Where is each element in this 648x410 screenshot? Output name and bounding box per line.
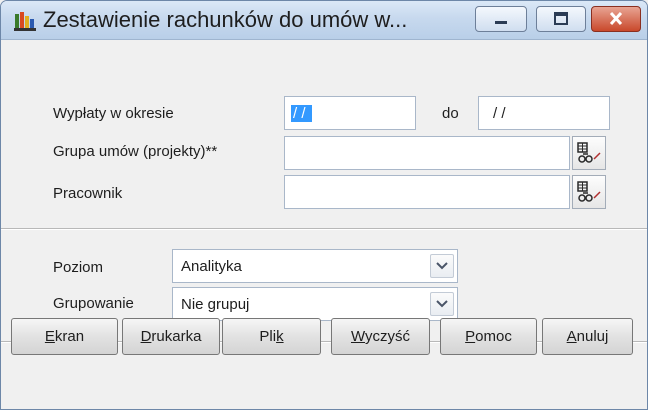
level-select[interactable]: Analityka xyxy=(172,249,458,283)
screen-button[interactable]: Ekran xyxy=(11,318,118,355)
period-to-input[interactable]: / / xyxy=(478,96,610,130)
period-from-value: / / xyxy=(291,105,312,122)
file-button-label: Pli xyxy=(259,328,277,345)
lookup-icon xyxy=(573,181,605,212)
close-button[interactable] xyxy=(591,6,641,32)
chevron-down-icon[interactable] xyxy=(430,292,454,316)
period-from-input[interactable]: / / xyxy=(284,96,416,130)
grouping-value: Nie grupuj xyxy=(181,296,250,313)
maximize-icon xyxy=(537,7,585,31)
cancel-button-hotkey: A xyxy=(566,328,577,345)
printer-button[interactable]: Drukarka xyxy=(122,318,220,355)
printer-button-label: rukarka xyxy=(151,328,202,345)
file-button[interactable]: Plik xyxy=(222,318,321,355)
period-label: Wypłaty w okresie xyxy=(53,105,174,122)
help-button[interactable]: Pomoc xyxy=(440,318,537,355)
level-label: Poziom xyxy=(53,259,104,276)
project-group-label: Grupa umów (projekty)** xyxy=(53,143,218,160)
minimize-button[interactable] xyxy=(475,6,527,32)
report-app-icon xyxy=(14,11,36,31)
cancel-button-label: nuluj xyxy=(576,328,609,345)
window-title: Zestawienie rachunków do umów w... xyxy=(43,7,408,32)
chevron-down-icon[interactable] xyxy=(430,254,454,278)
title-bar[interactable]: Zestawienie rachunków do umów w... xyxy=(1,1,647,40)
project-group-input[interactable] xyxy=(284,136,570,170)
employee-lookup-button[interactable] xyxy=(572,175,606,209)
project-group-lookup-button[interactable] xyxy=(572,136,606,170)
period-to-label: do xyxy=(442,105,459,122)
screen-button-label: kran xyxy=(54,328,85,345)
cancel-button[interactable]: Anuluj xyxy=(542,318,633,355)
help-button-label: omoc xyxy=(475,328,512,345)
grouping-label: Grupowanie xyxy=(53,295,134,312)
file-button-hotkey: k xyxy=(276,328,284,345)
help-button-hotkey: P xyxy=(465,328,476,345)
section-divider xyxy=(1,228,647,230)
grouping-select[interactable]: Nie grupuj xyxy=(172,287,458,321)
employee-input[interactable] xyxy=(284,175,570,209)
clear-button-label: yczyść xyxy=(365,328,411,345)
lookup-icon xyxy=(573,142,605,173)
dialog-window: Zestawienie rachunków do umów w... Wypła… xyxy=(0,0,648,410)
level-value: Analityka xyxy=(181,258,242,275)
maximize-button[interactable] xyxy=(536,6,586,32)
printer-button-hotkey: D xyxy=(140,328,152,345)
close-icon xyxy=(592,7,640,31)
employee-label: Pracownik xyxy=(53,185,123,202)
clear-button[interactable]: Wyczyść xyxy=(331,318,430,355)
screen-button-hotkey: E xyxy=(44,328,55,345)
minimize-icon xyxy=(476,7,526,31)
clear-button-hotkey: W xyxy=(350,328,366,345)
period-to-value: / / xyxy=(493,105,506,122)
